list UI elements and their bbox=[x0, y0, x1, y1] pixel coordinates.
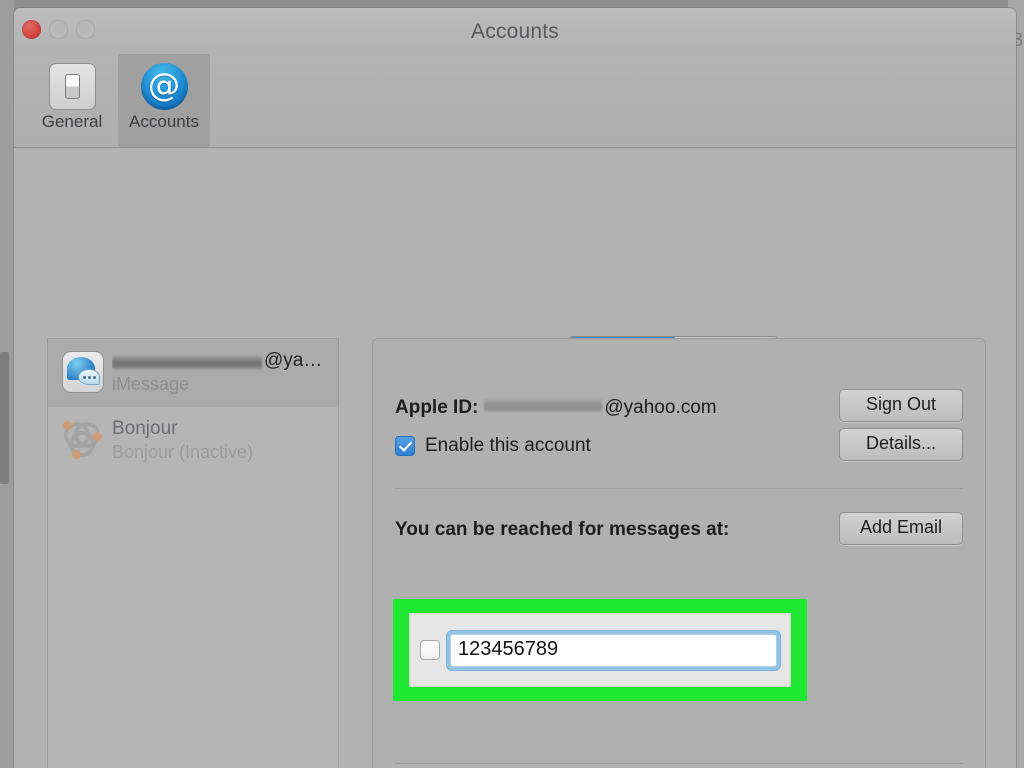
sidebar-item-imessage-title-tail: @ya… bbox=[264, 350, 323, 371]
screen: 3 Accounts General @ Accounts @ya… iMess… bbox=[0, 0, 1024, 768]
sidebar-item-imessage-subtitle: iMessage bbox=[112, 374, 190, 394]
email-address-input[interactable] bbox=[450, 633, 777, 667]
divider-bottom bbox=[395, 763, 963, 764]
enable-account-label: Enable this account bbox=[425, 435, 591, 456]
enable-account-row[interactable]: Enable this account bbox=[395, 435, 591, 457]
sidebar-item-bonjour-text: Bonjour Bonjour (Inactive) bbox=[108, 417, 253, 463]
window-title: Accounts bbox=[471, 20, 559, 43]
account-detail-panel: Apple ID: @yahoo.com Enable this account… bbox=[372, 338, 986, 768]
preferences-toolbar: General @ Accounts bbox=[14, 54, 1016, 148]
sidebar-item-imessage-text: @ya… iMessage bbox=[108, 349, 322, 395]
accounts-sidebar[interactable]: @ya… iMessage Bonjour Bonjour (Inactive) bbox=[47, 338, 339, 768]
toolbar-tab-general-label: General bbox=[41, 112, 103, 131]
bonjour-icon bbox=[58, 417, 108, 461]
email-row-checkbox[interactable] bbox=[420, 640, 440, 660]
reachable-heading: You can be reached for messages at: bbox=[395, 519, 730, 540]
details-button[interactable]: Details... bbox=[839, 428, 963, 461]
window-titlebar[interactable]: Accounts bbox=[14, 8, 1016, 54]
redacted-apple-id-bar bbox=[484, 399, 603, 412]
imessage-icon bbox=[58, 349, 108, 393]
sidebar-item-imessage[interactable]: @ya… iMessage bbox=[48, 339, 338, 407]
add-email-button[interactable]: Add Email bbox=[839, 512, 963, 545]
enable-account-checkbox[interactable] bbox=[395, 436, 415, 456]
apple-id-domain: @yahoo.com bbox=[604, 397, 717, 418]
preferences-body: @ya… iMessage Bonjour Bonjour (Inactive)… bbox=[14, 148, 1016, 768]
sidebar-item-imessage-title: @ya… bbox=[112, 350, 322, 372]
redacted-email-bar bbox=[112, 355, 262, 369]
email-address-list[interactable] bbox=[409, 613, 791, 687]
accounts-preferences-window: Accounts General @ Accounts @ya… iMessag… bbox=[14, 8, 1016, 768]
sidebar-item-bonjour[interactable]: Bonjour Bonjour (Inactive) bbox=[48, 407, 338, 475]
toolbar-tab-general[interactable]: General bbox=[26, 54, 118, 147]
switch-icon bbox=[48, 61, 96, 111]
divider-top bbox=[395, 488, 963, 489]
toolbar-tab-accounts-label: Accounts bbox=[129, 112, 199, 131]
background-scrollbar bbox=[0, 352, 9, 484]
apple-id-label: Apple ID: bbox=[395, 397, 479, 418]
email-list-highlight bbox=[393, 599, 807, 701]
at-sign-icon: @ bbox=[140, 61, 188, 111]
toolbar-tab-accounts[interactable]: @ Accounts bbox=[118, 54, 210, 147]
email-field-focus-ring bbox=[447, 630, 780, 670]
sign-out-button[interactable]: Sign Out bbox=[839, 389, 963, 422]
sidebar-item-bonjour-subtitle: Bonjour (Inactive) bbox=[112, 442, 254, 462]
sidebar-item-bonjour-title: Bonjour bbox=[112, 418, 178, 439]
